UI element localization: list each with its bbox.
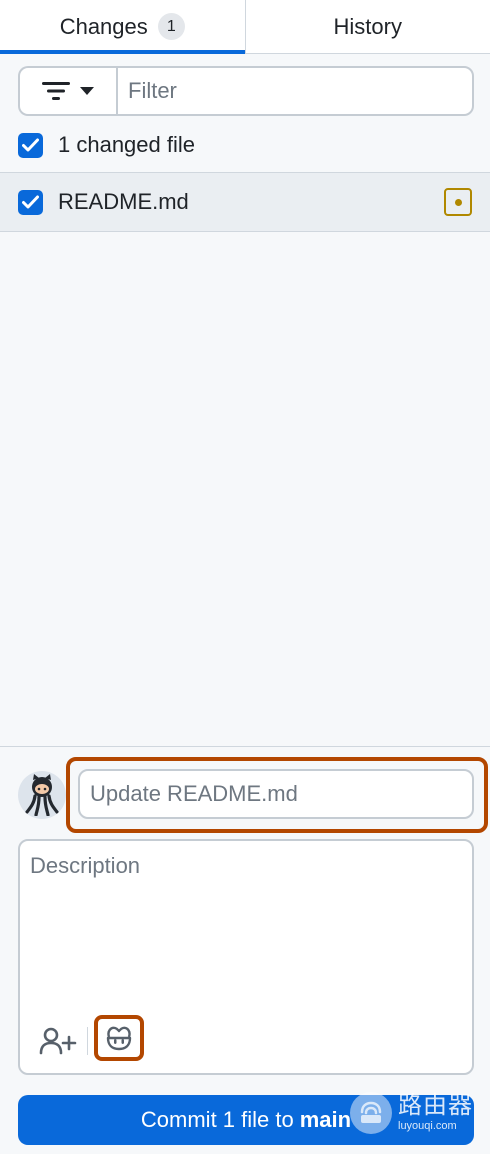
tab-history-label: History	[333, 13, 402, 39]
file-list-item[interactable]: README.md	[0, 172, 490, 232]
caret-down-icon	[80, 87, 94, 95]
checkmark-icon	[22, 138, 39, 152]
copilot-icon	[106, 1026, 132, 1051]
tab-history[interactable]: History	[246, 0, 490, 53]
tab-changes[interactable]: Changes 1	[0, 0, 245, 54]
toolbar-divider	[87, 1027, 88, 1055]
watermark-text: 路由器	[398, 1092, 473, 1119]
commit-description-box	[18, 839, 474, 1075]
commit-branch-name: main	[299, 1107, 352, 1132]
octocat-icon	[25, 774, 59, 816]
checkmark-icon	[22, 195, 39, 209]
file-list-empty-area	[0, 232, 490, 746]
tab-changes-label: Changes	[59, 13, 148, 39]
select-all-checkbox[interactable]	[18, 132, 43, 158]
watermark: 路由器 luyouqi.com	[350, 1088, 480, 1138]
tab-bar: Changes 1 History	[0, 0, 490, 54]
add-coauthor-button[interactable]	[38, 1025, 78, 1057]
filter-input[interactable]	[116, 66, 474, 116]
filter-options-button[interactable]	[18, 66, 116, 116]
copilot-button[interactable]	[94, 1015, 144, 1061]
commit-summary-input[interactable]	[78, 769, 474, 819]
select-all-row: 1 changed file	[18, 130, 195, 160]
changes-count-badge: 1	[157, 13, 185, 40]
octocat-avatar	[18, 771, 66, 819]
file-modified-icon	[444, 188, 472, 216]
add-person-icon	[39, 1027, 77, 1055]
watermark-url: luyouqi.com	[398, 1120, 457, 1132]
filter-row	[18, 66, 474, 116]
router-logo-icon	[350, 1092, 392, 1134]
filter-icon	[42, 82, 70, 100]
commit-button-label: Commit 1 file to	[140, 1107, 294, 1132]
commit-description-input[interactable]	[20, 841, 472, 1001]
changed-files-label: 1 changed file	[58, 132, 195, 157]
file-checkbox[interactable]	[18, 189, 43, 215]
file-name: README.md	[58, 189, 189, 214]
